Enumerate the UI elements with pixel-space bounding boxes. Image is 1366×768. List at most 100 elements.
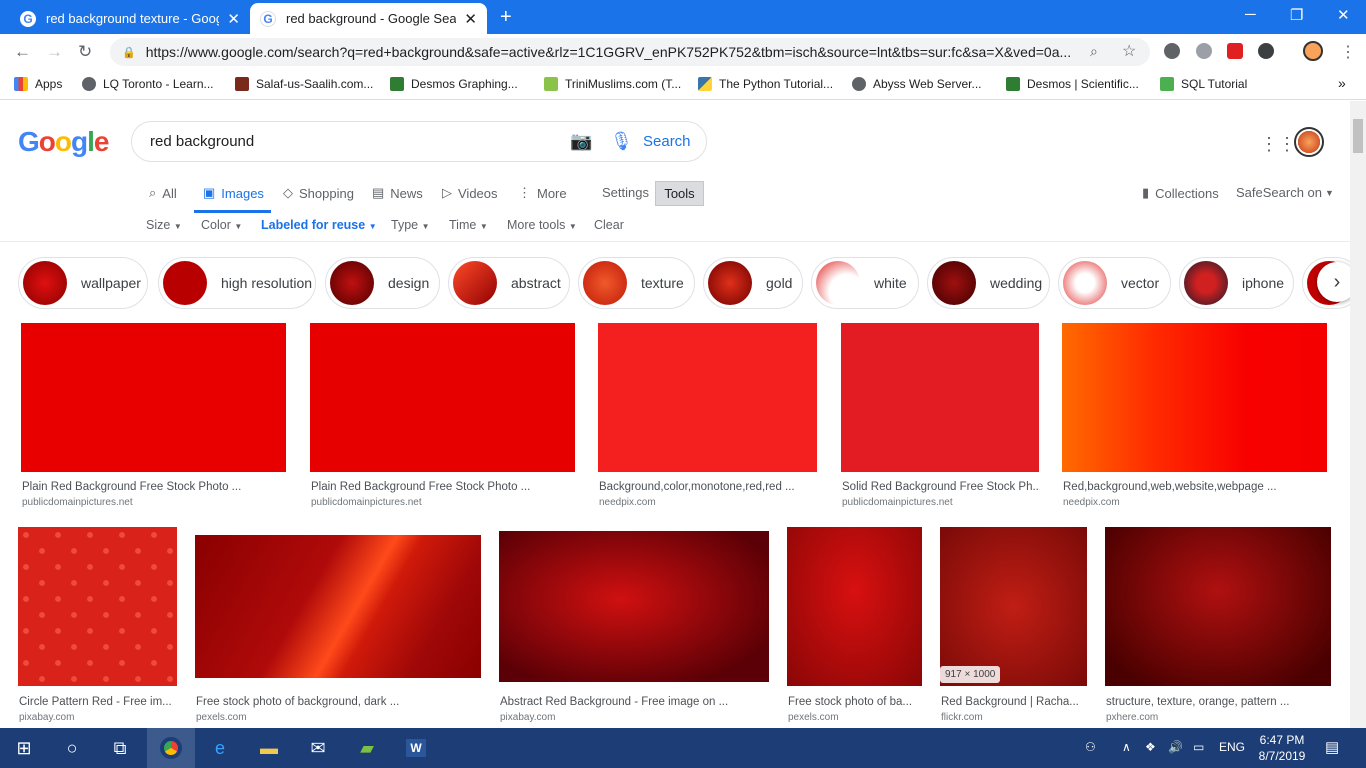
chrome-taskbar-icon[interactable] <box>147 728 195 768</box>
tab-red-background-texture[interactable]: G red background texture - Google ✕ <box>10 3 250 34</box>
filter-clear[interactable]: Clear <box>594 218 624 232</box>
back-arrow-icon[interactable]: ← <box>14 42 31 62</box>
filter-type[interactable]: Type ▼ <box>391 218 430 232</box>
dropbox-icon[interactable]: ❖ <box>1145 740 1156 754</box>
image-result[interactable]: Abstract Red Background - Free image on … <box>499 531 769 723</box>
tab-news[interactable]: ▤ News <box>372 185 423 201</box>
result-thumbnail[interactable] <box>841 323 1039 472</box>
scrollbar-thumb[interactable] <box>1353 119 1363 153</box>
result-caption[interactable]: Solid Red Background Free Stock Ph... <box>842 481 1040 493</box>
filter-color[interactable]: Color ▼ <box>201 218 242 232</box>
bookmark-lq-toronto[interactable]: LQ Toronto - Learn... <box>82 77 214 91</box>
image-result[interactable]: structure, texture, orange, pattern ... … <box>1105 527 1331 723</box>
image-result[interactable]: Circle Pattern Red - Free im... pixabay.… <box>18 527 177 723</box>
camera-icon[interactable]: 📷 <box>570 131 592 152</box>
tab-more[interactable]: ⋮ More <box>518 185 567 201</box>
chip-gold[interactable]: gold <box>703 257 803 309</box>
result-caption[interactable]: Plain Red Background Free Stock Photo ..… <box>311 481 576 493</box>
address-bar[interactable]: 🔒 https://www.google.com/search?q=red+ba… <box>110 38 1150 66</box>
chip-high-resolution[interactable]: high resolution <box>158 257 316 309</box>
word-icon[interactable]: W <box>392 728 440 768</box>
zoom-icon[interactable]: ⌕ <box>1090 43 1098 60</box>
new-tab-button[interactable]: + <box>500 6 512 29</box>
tools-button[interactable]: Tools <box>655 181 704 206</box>
bookmarks-overflow-button[interactable]: » <box>1338 75 1346 91</box>
bookmark-apps[interactable]: Apps <box>14 77 62 91</box>
skype-extension-icon[interactable] <box>1196 43 1212 59</box>
result-caption[interactable]: Free stock photo of background, dark ... <box>196 696 482 708</box>
result-thumbnail[interactable] <box>1062 323 1327 472</box>
chip-white[interactable]: white <box>811 257 919 309</box>
forward-arrow-icon[interactable]: → <box>46 42 63 62</box>
chip-wallpaper[interactable]: wallpaper <box>18 257 148 309</box>
search-circle-icon[interactable]: ○ <box>48 728 96 768</box>
network-icon[interactable]: ▭ <box>1193 740 1204 754</box>
tray-chevron-icon[interactable]: ∧ <box>1122 740 1131 754</box>
account-avatar[interactable] <box>1294 127 1324 157</box>
restore-icon[interactable]: ❐ <box>1290 6 1303 24</box>
bookmark-desmos-graphing[interactable]: Desmos Graphing... <box>390 77 518 91</box>
menu-kebab-icon[interactable]: ⋮ <box>1340 42 1356 62</box>
volume-icon[interactable]: 🔊 <box>1168 740 1183 754</box>
image-result[interactable]: Plain Red Background Free Stock Photo ..… <box>310 323 575 508</box>
image-result[interactable]: Free stock photo of ba... pexels.com <box>787 527 922 723</box>
result-caption[interactable]: Free stock photo of ba... <box>788 696 923 708</box>
youtube-extension-icon[interactable] <box>1227 43 1243 59</box>
microphone-icon[interactable]: 🎙 <box>610 131 633 152</box>
result-thumbnail[interactable] <box>18 527 177 686</box>
tab-all[interactable]: ⌕ All <box>149 185 177 201</box>
file-explorer-icon[interactable]: ▬ <box>245 728 293 768</box>
result-thumbnail[interactable] <box>787 527 922 686</box>
tab-videos[interactable]: ▷ Videos <box>442 185 498 201</box>
chip-texture[interactable]: texture <box>578 257 695 309</box>
chips-next-arrow-icon[interactable]: › <box>1317 262 1350 302</box>
result-caption[interactable]: Background,color,monotone,red,red ... <box>599 481 818 493</box>
tab-red-background[interactable]: G red background - Google Search ✕ <box>250 3 487 34</box>
bookmark-sql-tutorial[interactable]: SQL Tutorial <box>1160 77 1247 91</box>
chip-iphone[interactable]: iphone <box>1179 257 1294 309</box>
app-icon[interactable]: ▰ <box>343 728 391 768</box>
chip-wedding[interactable]: wedding <box>927 257 1050 309</box>
result-thumbnail[interactable] <box>21 323 286 472</box>
bookmark-abyss[interactable]: Abyss Web Server... <box>852 77 982 91</box>
result-thumbnail[interactable] <box>940 527 1087 686</box>
bookmark-salaf[interactable]: Salaf-us-Saalih.com... <box>235 77 373 91</box>
ublock-extension-icon[interactable] <box>1164 43 1180 59</box>
tab-images[interactable]: ▣ Images <box>203 185 264 201</box>
language-indicator[interactable]: ENG <box>1219 740 1245 754</box>
image-result[interactable]: Solid Red Background Free Stock Ph... pu… <box>841 323 1040 508</box>
result-caption[interactable]: Red,background,web,website,webpage ... <box>1063 481 1328 493</box>
filter-more-tools[interactable]: More tools ▼ <box>507 218 577 232</box>
mail-icon[interactable]: ✉ <box>294 728 342 768</box>
bookmark-desmos-scientific[interactable]: Desmos | Scientific... <box>1006 77 1139 91</box>
reload-icon[interactable]: ↻ <box>78 42 92 62</box>
image-result[interactable]: Red Background | Racha... flickr.com <box>940 527 1087 723</box>
result-caption[interactable]: Abstract Red Background - Free image on … <box>500 696 770 708</box>
close-tab-icon[interactable]: ✕ <box>227 10 240 28</box>
image-result[interactable]: Red,background,web,website,webpage ... n… <box>1062 323 1327 508</box>
result-thumbnail[interactable] <box>598 323 817 472</box>
result-caption[interactable]: Plain Red Background Free Stock Photo ..… <box>22 481 287 493</box>
tab-shopping[interactable]: ◇ Shopping <box>283 185 354 201</box>
result-thumbnail[interactable] <box>1105 527 1331 686</box>
image-result[interactable]: Free stock photo of background, dark ...… <box>195 535 481 723</box>
task-view-icon[interactable]: ⧉ <box>96 728 144 768</box>
result-thumbnail[interactable] <box>310 323 575 472</box>
result-caption[interactable]: Red Background | Racha... <box>941 696 1088 708</box>
image-result[interactable]: Background,color,monotone,red,red ... ne… <box>598 323 817 508</box>
search-box[interactable]: red background 📷 🎙 Search <box>131 121 707 162</box>
image-result[interactable]: Plain Red Background Free Stock Photo ..… <box>21 323 286 508</box>
close-tab-icon[interactable]: ✕ <box>464 10 477 28</box>
close-window-icon[interactable]: ✕ <box>1337 6 1350 24</box>
filter-time[interactable]: Time ▼ <box>449 218 488 232</box>
chip-abstract[interactable]: abstract <box>448 257 570 309</box>
filter-size[interactable]: Size ▼ <box>146 218 182 232</box>
system-clock[interactable]: 6:47 PM 8/7/2019 <box>1250 732 1314 764</box>
bookmark-star-icon[interactable]: ☆ <box>1122 41 1136 61</box>
result-thumbnail[interactable] <box>195 535 481 678</box>
result-caption[interactable]: Circle Pattern Red - Free im... <box>19 696 178 708</box>
google-logo[interactable]: Google <box>18 126 109 158</box>
chip-vector[interactable]: vector <box>1058 257 1171 309</box>
result-caption[interactable]: structure, texture, orange, pattern ... <box>1106 696 1332 708</box>
result-thumbnail[interactable] <box>499 531 769 682</box>
